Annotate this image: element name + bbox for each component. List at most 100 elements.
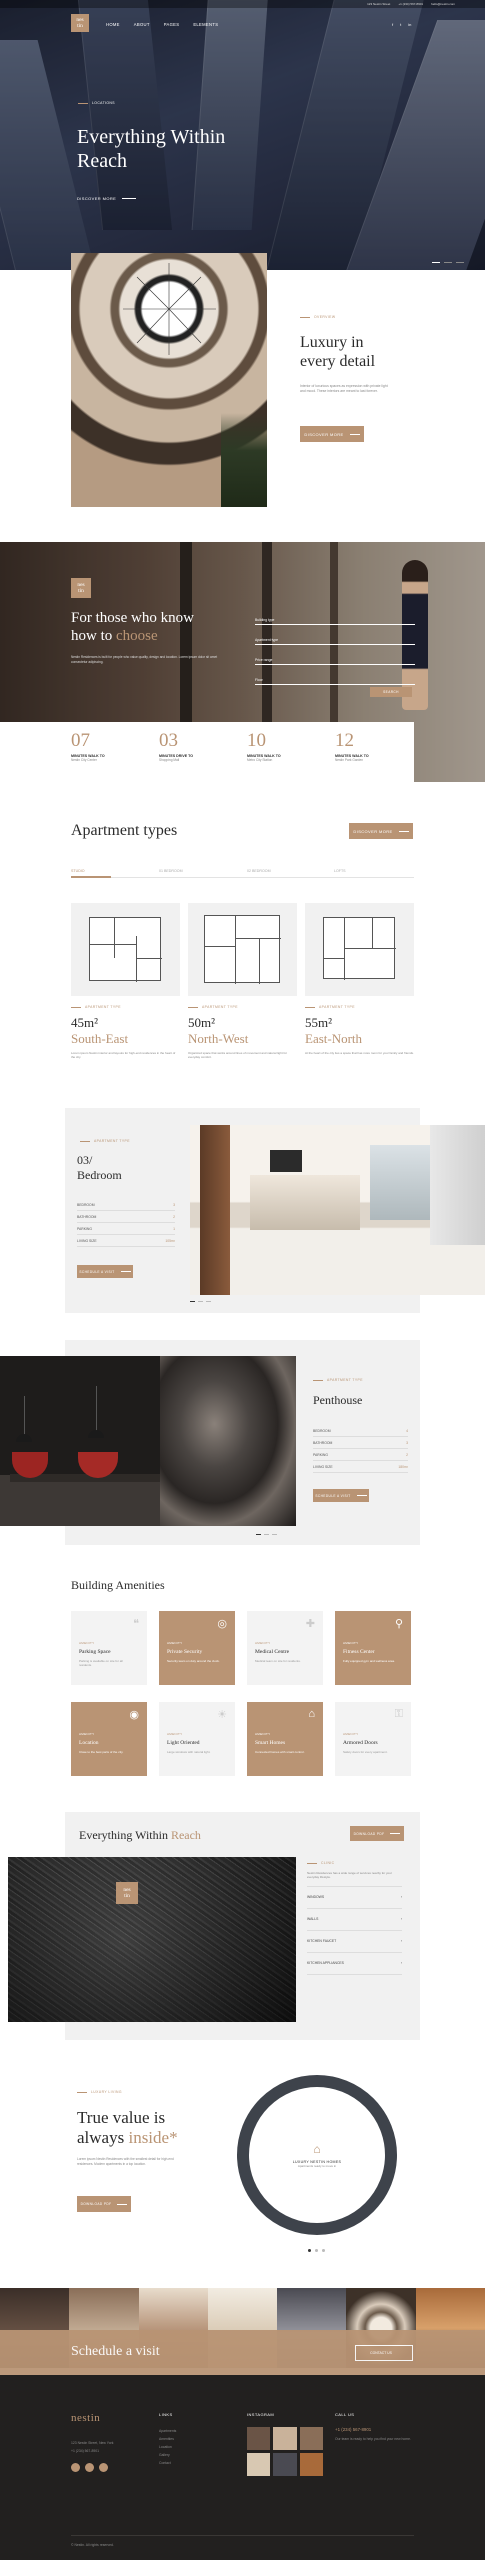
instagram-icon[interactable]	[99, 2463, 108, 2472]
tab-lofts[interactable]: LOFTS	[334, 869, 346, 873]
hero: 123 Nestin Street +1 (234) 567-8901 hell…	[0, 0, 485, 270]
instagram-grid	[247, 2427, 323, 2476]
penthouse-slider-dots[interactable]	[256, 1534, 277, 1535]
choose-title-line1: For those who know	[71, 610, 194, 626]
topbar-email[interactable]: hello@nestin.com	[431, 2, 455, 6]
kitchen-image	[190, 1125, 485, 1295]
amenity-card[interactable]: ⌂ AMENITY Smart Homes Connected homes with …	[247, 1702, 323, 1776]
floor-plan-card[interactable]	[305, 903, 414, 996]
amenity-cap: AMENITY	[167, 1641, 183, 1645]
choose-logo: nes tin	[71, 578, 91, 598]
luxury-title: Luxury in every detail	[300, 334, 376, 370]
stat-sub: Metro City Station	[247, 758, 273, 762]
plus-icon: ›	[400, 1939, 402, 1944]
apartment-direction: East-North	[305, 1031, 363, 1046]
accordion-item[interactable]: KITCHEN FAUCET ›	[307, 1931, 402, 1953]
apartment-info: APARTMENT TYPE 50m² North-West Organized…	[188, 1005, 297, 1060]
search-button[interactable]: SEARCH	[370, 687, 412, 697]
apartment-direction: North-West	[188, 1031, 249, 1046]
amenity-card[interactable]: ✚ AMENITY Medical Centre Medical team on si…	[247, 1611, 323, 1685]
instagram-thumb[interactable]	[247, 2427, 271, 2450]
form-floor[interactable]: Floor	[255, 665, 415, 685]
footer-link[interactable]: Amenities	[159, 2435, 176, 2443]
spec-value: 3	[406, 1440, 408, 1445]
form-apartment-type[interactable]: Apartment type	[255, 625, 415, 645]
penthouse-schedule-button[interactable]: SCHEDULE A VISIT	[313, 1489, 369, 1502]
footer-link[interactable]: Gallery	[159, 2451, 176, 2459]
nav-home[interactable]: HOME	[106, 22, 120, 27]
tab-02-bedroom[interactable]: 02 BEDROOM	[247, 869, 271, 873]
footer-logo[interactable]: nestin	[71, 2412, 100, 2424]
amenity-card[interactable]: ☀ AMENITY Light Oriented Large windows with…	[159, 1702, 235, 1776]
amenity-card[interactable]: ⚲ AMENITY Fitness Center Fully equipped gym…	[335, 1611, 411, 1685]
value-title: True value is always inside*	[77, 2108, 207, 2148]
footer-copyright: © Nestin. All rights reserved.	[71, 2543, 114, 2547]
accordion-item[interactable]: WALLS ›	[307, 1909, 402, 1931]
nav-about[interactable]: ABOUT	[134, 22, 150, 27]
nav-elements[interactable]: ELEMENTS	[193, 22, 218, 27]
accordion-item-label: WINDOWS	[307, 1895, 325, 1900]
amenity-cap: AMENITY	[79, 1641, 95, 1645]
topbar-phone[interactable]: +1 (234) 567-8901	[398, 2, 423, 6]
schedule-contact-button[interactable]: CONTACT US	[355, 2345, 413, 2361]
footer-link[interactable]: Apartments	[159, 2427, 176, 2435]
form-building-type[interactable]: Building type	[255, 605, 415, 625]
hero-discover-label: DISCOVER MORE	[77, 196, 117, 201]
reach-download-button[interactable]: DOWNLOAD PDF	[350, 1826, 404, 1841]
schedule-contact-label: CONTACT US	[370, 2351, 392, 2355]
hero-discover-button[interactable]: DISCOVER MORE	[77, 196, 137, 201]
amenity-card[interactable]: ◎ AMENITY Private Security Security team on…	[159, 1611, 235, 1685]
floor-plan-card[interactable]	[188, 903, 297, 996]
accordion-item-open[interactable]: CLINIC Nestin Residences has a wide rang…	[307, 1861, 402, 1887]
amenity-card[interactable]: ⚿ AMENITY Armored Doors Safety doors for ev…	[335, 1702, 411, 1776]
instagram-thumb[interactable]	[273, 2453, 297, 2476]
nav-pages[interactable]: PAGES	[164, 22, 180, 27]
medical-icon: ✚	[305, 1618, 315, 1630]
instagram-thumb[interactable]	[299, 2453, 323, 2476]
value-slider-dots[interactable]	[308, 2249, 325, 2252]
amenity-text: Close to the best parts of the city.	[79, 1750, 124, 1754]
map-logo-marker[interactable]: nes tin	[116, 1882, 138, 1904]
apartments-discover-button[interactable]: DISCOVER MORE	[349, 823, 413, 839]
value-download-button[interactable]: DOWNLOAD PDF	[77, 2196, 131, 2212]
bedroom-schedule-button[interactable]: SCHEDULE A VISIT	[77, 1265, 133, 1278]
amenities-title: Building Amenities	[71, 1578, 165, 1592]
linkedin-icon[interactable]: in	[408, 22, 411, 27]
accordion-item[interactable]: WINDOWS ›	[307, 1887, 402, 1909]
form-price-range[interactable]: Price range	[255, 645, 415, 665]
hero-slider-dots[interactable]	[432, 262, 464, 263]
instagram-thumb[interactable]	[247, 2453, 271, 2476]
facebook-icon[interactable]: f	[392, 22, 393, 27]
bedroom-slider-dots[interactable]	[190, 1301, 211, 1302]
amenity-card[interactable]: ❝ AMENITY Parking Space Parking is availabl…	[71, 1611, 147, 1685]
apartment-info: APARTMENT TYPE 55m² East-North At the he…	[305, 1005, 414, 1055]
accordion-item[interactable]: KITCHEN APPLIANCES ›	[307, 1953, 402, 1975]
choose-title: For those who know how to choose	[71, 609, 231, 645]
building-icon: ⌂	[313, 2141, 321, 2156]
floor-plan-card[interactable]	[71, 903, 180, 996]
penthouse-schedule-label: SCHEDULE A VISIT	[315, 1493, 351, 1498]
instagram-thumb[interactable]	[273, 2427, 297, 2450]
apartment-size: 50m²	[188, 1015, 216, 1030]
tab-studio[interactable]: STUDIO	[71, 869, 85, 873]
tab-01-bedroom[interactable]: 01 BEDROOM	[159, 869, 183, 873]
footer-link[interactable]: Contact	[159, 2459, 176, 2467]
stat-number: 12	[335, 730, 354, 751]
amenity-cap: AMENITY	[343, 1641, 359, 1645]
footer-call-phone[interactable]: +1 (234) 567-8901	[335, 2427, 371, 2432]
spec-row: LIVING SIZE 180m²	[313, 1461, 408, 1473]
key-icon: ⚿	[394, 1708, 403, 1720]
plus-icon: ›	[400, 1917, 402, 1922]
twitter-icon[interactable]: t	[400, 22, 401, 27]
schedule-title: Schedule a visit	[71, 2344, 160, 2359]
instagram-thumb[interactable]	[299, 2427, 323, 2450]
footer-link[interactable]: Location	[159, 2443, 176, 2451]
schedule-banner: Schedule a visit CONTACT US	[0, 2330, 485, 2375]
luxury-discover-button[interactable]: DISCOVER MORE	[300, 426, 364, 442]
twitter-icon[interactable]	[85, 2463, 94, 2472]
footer-phone[interactable]: +1 (234) 567-8901	[71, 2447, 99, 2455]
logo[interactable]: nes tin	[71, 14, 89, 32]
facebook-icon[interactable]	[71, 2463, 80, 2472]
amenity-card[interactable]: ◉ AMENITY Location Close to the best parts …	[71, 1702, 147, 1776]
footer-address: 123 Nestin Street, New York	[71, 2441, 114, 2445]
